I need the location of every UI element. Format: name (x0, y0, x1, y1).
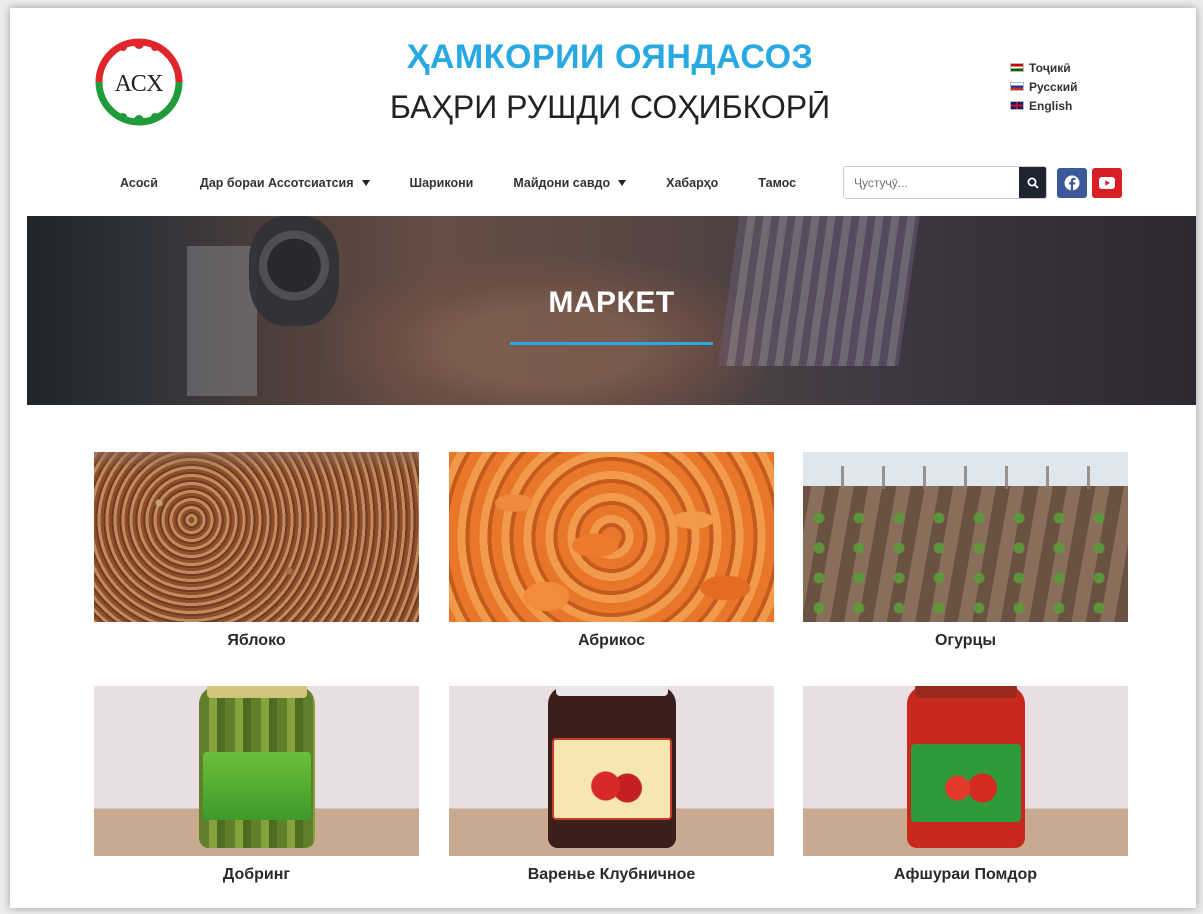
uk-flag-icon (1010, 101, 1024, 110)
product-name[interactable]: Варенье Клубничное (449, 866, 774, 884)
jar-label (551, 738, 672, 820)
nav-item-contact[interactable]: Тамос (758, 176, 796, 190)
pickle-jar-image (198, 686, 315, 848)
product-image[interactable] (803, 452, 1128, 622)
page-banner: МАРКЕТ (27, 216, 1196, 405)
product-image[interactable] (449, 686, 774, 856)
site-title-line2: БАҲРИ РУШДИ СОҲИБКОРӢ (389, 89, 831, 125)
jar-lid (555, 686, 668, 696)
product-card[interactable]: Абрикос (449, 452, 774, 650)
product-card[interactable]: Добринг (94, 686, 419, 884)
tomato-juice-jar-image (906, 686, 1025, 848)
caret-down-icon (618, 180, 627, 186)
product-card[interactable]: Огурцы (803, 452, 1128, 650)
search-icon (1027, 177, 1039, 189)
caret-down-icon (361, 180, 370, 186)
nav-item-news[interactable]: Хабарҳо (666, 176, 718, 190)
nav-item-about[interactable]: Дар бораи Ассотсиатсия (200, 176, 370, 190)
nav-item-label: Тамос (758, 176, 797, 190)
product-card[interactable]: Яблоко (94, 452, 419, 650)
page: АСХ ҲАМКОРИИ ОЯНДАСОЗ БАҲРИ РУШДИ СОҲИБК… (10, 8, 1196, 908)
nav-item-marketplace[interactable]: Майдони савдо (513, 176, 627, 190)
jar-lid (206, 686, 307, 698)
product-name[interactable]: Абрикос (449, 632, 774, 650)
product-image[interactable] (94, 686, 419, 856)
jar-label (202, 752, 311, 820)
main-nav: Асосӣ Дар бораи Ассотсиатсия Шарикони Ма… (110, 168, 796, 198)
page-title: МАРКЕТ (548, 286, 675, 319)
search-input[interactable] (844, 167, 1019, 198)
nav-item-label: Дар бораи Ассотсиатсия (199, 176, 354, 190)
language-russian[interactable]: Русский (1010, 77, 1078, 96)
product-name[interactable]: Огурцы (803, 632, 1128, 650)
product-name[interactable]: Добринг (94, 866, 419, 884)
search-button[interactable] (1019, 167, 1046, 198)
nav-item-label: Майдони савдо (513, 176, 611, 190)
language-tajik[interactable]: Тоҷикӣ (1010, 58, 1078, 77)
logo-emblem-icon: АСХ (95, 38, 183, 126)
site-title-line1: ҲАМКОРИИ ОЯНДАСОЗ (406, 38, 814, 76)
youtube-button[interactable] (1092, 168, 1122, 198)
jam-jar-image (547, 686, 676, 848)
search-form (843, 166, 1047, 199)
nav-item-label: Хабарҳо (666, 176, 719, 190)
youtube-icon (1099, 177, 1115, 189)
product-image[interactable] (449, 452, 774, 622)
russia-flag-icon (1010, 82, 1024, 91)
language-english[interactable]: English (1010, 96, 1078, 115)
product-image[interactable] (94, 452, 419, 622)
language-switcher: Тоҷикӣ Русский English (1010, 58, 1078, 115)
product-card[interactable]: Афшураи Помдор (803, 686, 1128, 884)
language-label: Тоҷикӣ (1029, 60, 1071, 75)
product-image[interactable] (803, 686, 1128, 856)
site-title: ҲАМКОРИИ ОЯНДАСОЗ БАҲРИ РУШДИ СОҲИБКОРӢ (310, 38, 910, 126)
product-name[interactable]: Афшураи Помдор (803, 866, 1128, 884)
nav-item-partners[interactable]: Шарикони (410, 176, 474, 190)
jar-label (910, 744, 1021, 822)
language-label: English (1029, 98, 1073, 113)
nav-item-label: Асосӣ (120, 176, 158, 190)
product-name[interactable]: Яблоко (94, 632, 419, 650)
nav-item-home[interactable]: Асосӣ (120, 176, 158, 190)
tajikistan-flag-icon (1010, 63, 1024, 72)
facebook-button[interactable] (1057, 168, 1087, 198)
facebook-icon (1064, 175, 1080, 191)
title-underline (510, 342, 713, 345)
jar-lid (914, 686, 1017, 698)
nav-item-label: Шарикони (409, 176, 474, 190)
site-logo[interactable]: АСХ (93, 38, 185, 126)
svg-text:АСХ: АСХ (115, 71, 164, 97)
product-card[interactable]: Варенье Клубничное (449, 686, 774, 884)
language-label: Русский (1029, 79, 1078, 94)
